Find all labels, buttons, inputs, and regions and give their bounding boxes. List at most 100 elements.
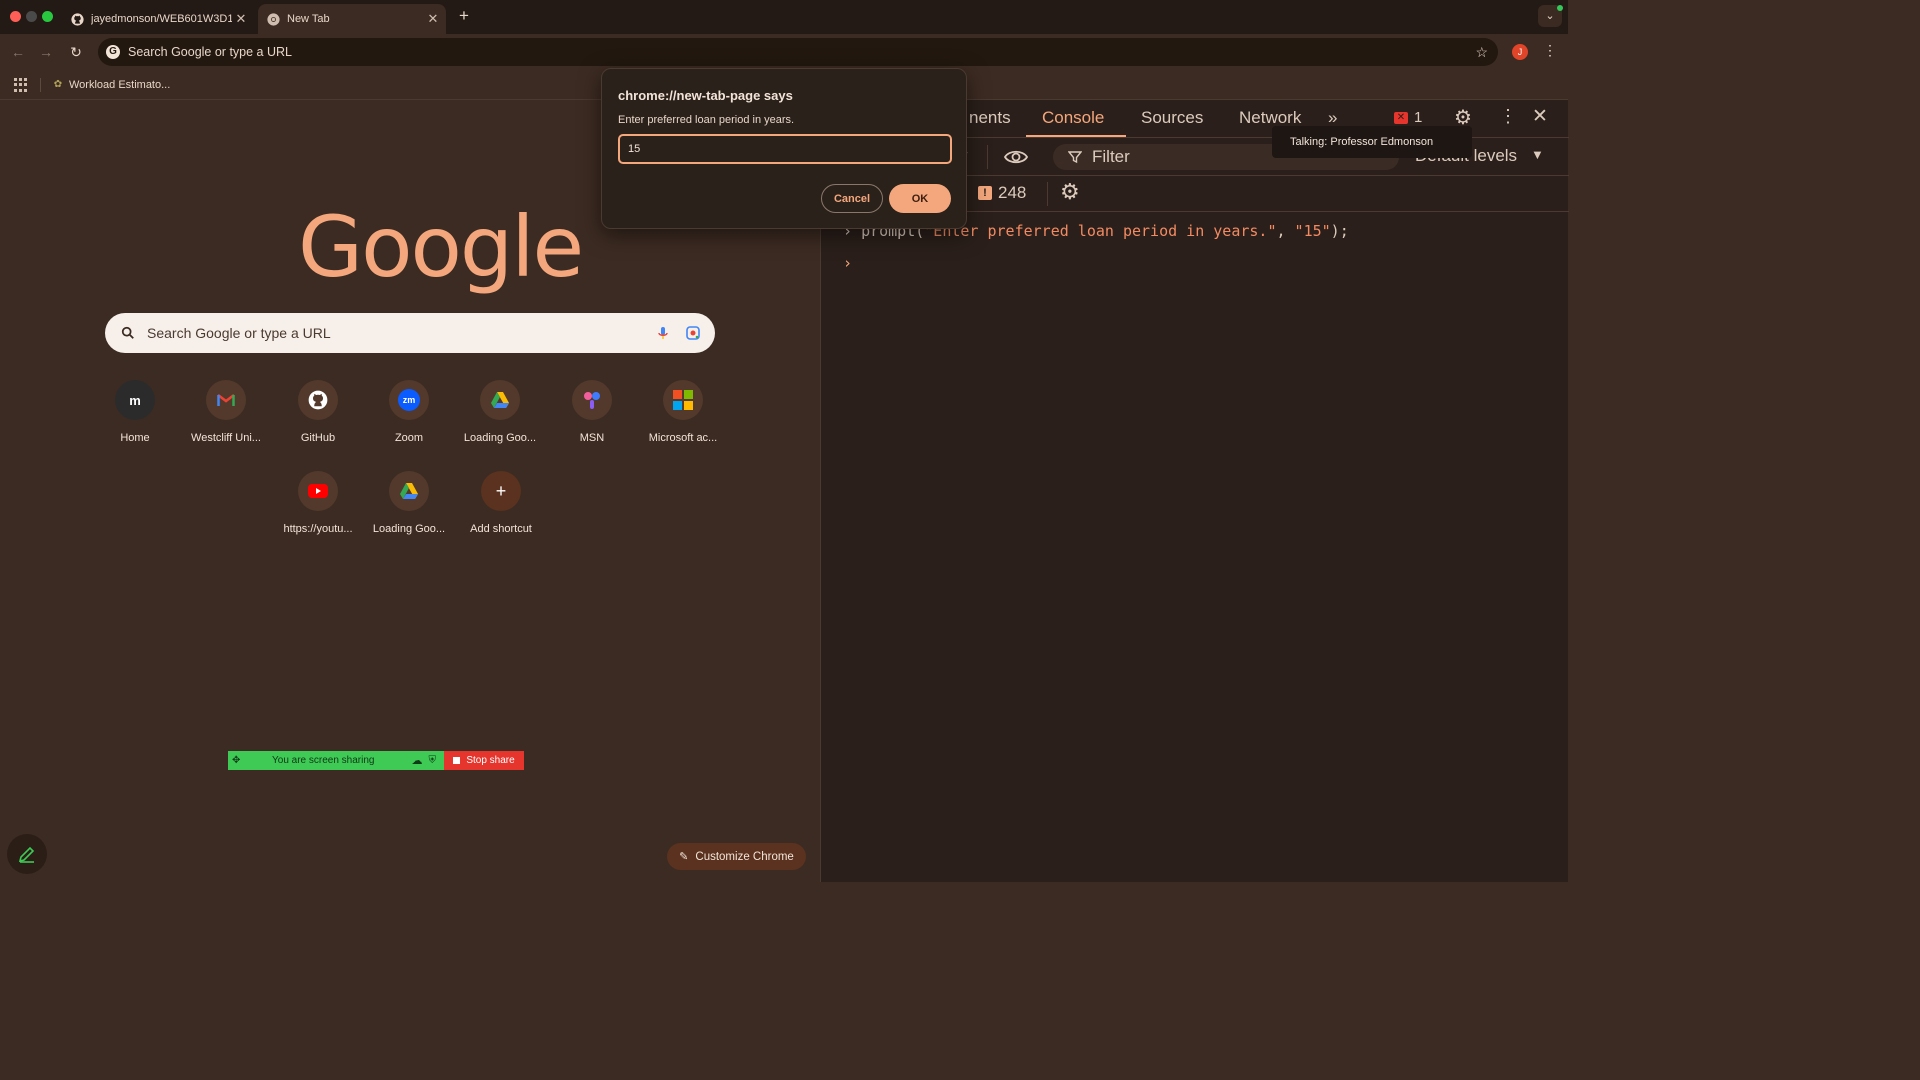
microphone-icon[interactable] (655, 325, 671, 341)
prompt-dialog: chrome://new-tab-page says Enter preferr… (601, 68, 967, 229)
address-bar-text: Search Google or type a URL (128, 45, 292, 59)
devtools-menu-icon[interactable]: ⋮ (1499, 106, 1517, 127)
shortcut-label: https://youtu... (283, 523, 353, 535)
error-count[interactable]: 1 (1414, 109, 1422, 126)
console-settings-gear-icon[interactable]: ⚙ (1060, 179, 1080, 205)
add-shortcut-button[interactable]: + Add shortcut (461, 471, 541, 535)
new-tab-button[interactable]: + (455, 6, 473, 26)
error-icon[interactable]: ✕ (1394, 112, 1408, 124)
issues-icon[interactable]: ! (978, 186, 992, 200)
tab-network[interactable]: Network (1239, 108, 1301, 128)
pencil-icon: ✎ (679, 851, 689, 863)
plus-icon: + (481, 471, 521, 511)
search-icon (121, 326, 134, 339)
shortcut-msn[interactable]: MSN (552, 380, 632, 444)
screen-share-bar: ✥ You are screen sharing ☁ ⛨ Stop share (228, 751, 524, 770)
tab-elements[interactable]: nents (969, 108, 1011, 128)
shortcut-label: Zoom (394, 432, 424, 444)
shortcut-drive[interactable]: Loading Goo... (460, 380, 540, 444)
stop-share-label: Stop share (466, 755, 515, 766)
customize-chrome-label: Customize Chrome (695, 850, 794, 863)
console-string-arg: "15" (1294, 222, 1331, 240)
divider (987, 145, 988, 169)
tab-console[interactable]: Console (1042, 108, 1104, 128)
shortcut-label: MSN (579, 432, 605, 444)
google-g-icon: G (106, 45, 120, 59)
console-string-arg: "Enter preferred loan period in years." (924, 222, 1277, 240)
ntp-search-box[interactable]: Search Google or type a URL (105, 313, 715, 353)
console-prompt[interactable]: › (843, 254, 852, 272)
ntp-search-placeholder: Search Google or type a URL (147, 325, 331, 341)
bookmark-label: Workload Estimato... (69, 79, 171, 91)
dialog-message: Enter preferred loan period in years. (618, 114, 795, 126)
google-logo: Google (298, 198, 584, 296)
screen-share-status[interactable]: ✥ You are screen sharing ☁ ⛨ (228, 751, 444, 770)
shortcut-label: Microsoft ac... (648, 432, 718, 444)
drive-icon (480, 380, 520, 420)
stop-share-button[interactable]: Stop share (444, 751, 524, 770)
gmail-icon (206, 380, 246, 420)
tab-title: jayedmonson/WEB601W3D1 (91, 13, 232, 25)
shortcut-zoom[interactable]: zm Zoom (369, 380, 449, 444)
shortcut-github[interactable]: GitHub (278, 380, 358, 444)
tab-sources[interactable]: Sources (1141, 108, 1203, 128)
bookmark-star-icon[interactable]: ☆ (1475, 44, 1488, 61)
issues-count[interactable]: 248 (998, 183, 1026, 203)
shortcut-label: Westcliff Uni... (191, 432, 261, 444)
levels-dropdown-arrow-icon[interactable]: ▼ (1531, 147, 1544, 162)
bookmark-workload-estimator[interactable]: ✿ Workload Estimato... (52, 76, 170, 94)
live-expression-eye-icon[interactable] (1003, 144, 1029, 170)
dialog-input[interactable] (618, 134, 952, 164)
browser-toolbar: ← → ↻ G Search Google or type a URL ☆ J … (0, 34, 1568, 70)
address-bar[interactable]: G Search Google or type a URL ☆ (98, 38, 1498, 66)
ok-button[interactable]: OK (889, 184, 951, 213)
divider (40, 78, 41, 92)
shortcut-youtube[interactable]: https://youtu... (278, 471, 358, 535)
shortcut-label: GitHub (300, 432, 336, 444)
divider (1047, 182, 1048, 206)
shield-icon: ⛨ (428, 755, 437, 766)
console-end: ); (1330, 222, 1349, 240)
customize-chrome-button[interactable]: ✎ Customize Chrome (667, 843, 806, 870)
profile-avatar[interactable]: J (1512, 44, 1528, 60)
microsoft-icon (663, 380, 703, 420)
github-icon (298, 380, 338, 420)
reload-icon[interactable]: ↻ (66, 42, 86, 62)
edit-fab-button[interactable] (7, 834, 47, 874)
close-window-button[interactable] (10, 11, 21, 22)
apps-grid-icon[interactable] (14, 78, 28, 92)
m-icon: m (115, 380, 155, 420)
more-tabs-icon[interactable]: » (1328, 108, 1337, 128)
tab-close-icon[interactable]: ✕ (232, 11, 250, 27)
chrome-menu-icon[interactable]: ⋮ (1543, 42, 1557, 59)
youtube-icon (298, 471, 338, 511)
close-devtools-icon[interactable]: ✕ (1532, 105, 1548, 128)
active-tab-indicator (1026, 135, 1126, 137)
github-icon (70, 12, 84, 26)
stop-icon (453, 757, 461, 764)
maximize-window-button[interactable] (42, 11, 53, 22)
tab-github[interactable]: jayedmonson/WEB601W3D1 ✕ (64, 4, 254, 34)
tab-new-tab[interactable]: New Tab ✕ (258, 4, 446, 34)
tab-title: New Tab (287, 13, 330, 25)
back-arrow-icon[interactable]: ← (8, 42, 28, 62)
shortcut-label: Add shortcut (470, 523, 532, 535)
shortcut-microsoft[interactable]: Microsoft ac... (643, 380, 723, 444)
shortcut-drive-2[interactable]: Loading Goo... (369, 471, 449, 535)
cancel-button[interactable]: Cancel (821, 184, 883, 213)
pencil-icon (18, 846, 35, 863)
tab-close-icon[interactable]: ✕ (424, 11, 442, 27)
drive-icon (389, 471, 429, 511)
chrome-icon (266, 12, 280, 26)
minimize-window-button[interactable] (26, 11, 37, 22)
filter-icon (1068, 151, 1082, 164)
shortcut-westcliff[interactable]: Westcliff Uni... (186, 380, 266, 444)
shortcut-home[interactable]: m Home (95, 380, 175, 444)
google-lens-icon[interactable] (685, 325, 701, 341)
talking-indicator: Talking: Professor Edmonson (1272, 126, 1472, 158)
forward-arrow-icon[interactable]: → (36, 42, 56, 62)
filter-placeholder: Filter (1092, 147, 1130, 166)
shortcut-label: Loading Goo... (372, 523, 446, 535)
drag-handle-icon[interactable]: ✥ (232, 755, 248, 766)
cloud-icon: ☁ (411, 755, 423, 767)
